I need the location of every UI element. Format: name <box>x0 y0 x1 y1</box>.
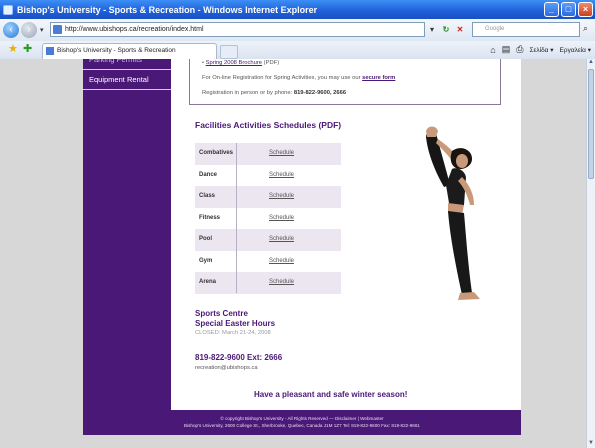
page-icon <box>53 25 62 34</box>
schedule-row: Arena Schedule <box>195 272 341 294</box>
schedule-row: Combatives Schedule <box>195 143 341 165</box>
phone-registration-line: Registration in person or by phone: 819-… <box>202 90 346 96</box>
address-bar: ‹ › ▾ http://www.ubishops.ca/recreation/… <box>0 19 595 42</box>
url-input[interactable]: http://www.ubishops.ca/recreation/index.… <box>50 22 425 37</box>
tab-active[interactable]: Bishop's University - Sports & Recreatio… <box>42 43 217 59</box>
vertical-scrollbar[interactable]: ▲ ▼ <box>586 59 595 448</box>
season-message: Have a pleasant and safe winter season! <box>254 390 408 399</box>
schedule-name: Gym <box>199 257 213 264</box>
centre-phone: 819-822-9600 Ext: 2666 <box>195 353 283 362</box>
registration-infobox: • Spring 2008 Brochure (PDF) For On-line… <box>189 59 501 105</box>
schedule-link[interactable]: Schedule <box>269 208 294 230</box>
search-icon[interactable]: ⌕ <box>583 23 588 34</box>
schedule-row: Class Schedule <box>195 186 341 208</box>
stop-icon[interactable]: ✕ <box>454 23 466 36</box>
maximize-button[interactable]: □ <box>561 2 576 17</box>
url-dropdown-icon[interactable]: ▾ <box>426 23 438 36</box>
page-footer: © copyright Bishop's University - All Ri… <box>83 410 521 435</box>
phone-number: 819-822-9600, 2666 <box>293 90 347 96</box>
schedule-link[interactable]: Schedule <box>269 251 294 273</box>
secure-form-link[interactable]: secure form <box>362 75 395 81</box>
search-placeholder: Google <box>485 26 505 32</box>
favorites-star-icon[interactable]: ★ <box>8 44 18 55</box>
close-button[interactable]: × <box>578 2 593 17</box>
footer-address: Bishop's University, 2600 College St., S… <box>184 423 420 428</box>
schedule-row: Pool Schedule <box>195 229 341 251</box>
page-menu-label: Σελίδα <box>529 46 549 54</box>
schedule-row: Dance Schedule <box>195 165 341 187</box>
refresh-icon[interactable]: ↻ <box>440 23 452 36</box>
tools-menu-label: Εργαλεία <box>559 46 586 54</box>
history-dropdown-icon[interactable]: ▾ <box>40 26 44 34</box>
window-title: Bishop's University - Sports & Recreatio… <box>17 4 318 15</box>
tab-title: Bishop's University - Sports & Recreatio… <box>57 47 176 54</box>
schedule-name: Fitness <box>199 214 221 221</box>
url-text: http://www.ubishops.ca/recreation/index.… <box>65 26 204 33</box>
ie-icon <box>3 4 13 15</box>
sports-centre-heading: Sports Centre Special Easter Hours <box>195 309 275 329</box>
easter-hours-title: Special Easter Hours <box>195 319 276 328</box>
schedule-name: Pool <box>199 236 212 242</box>
new-tab-button[interactable] <box>220 45 238 59</box>
schedule-name: Class <box>199 193 216 199</box>
centre-email[interactable]: recreation@ubishops.ca <box>195 365 258 371</box>
schedule-link[interactable]: Schedule <box>269 186 294 208</box>
brochure-link[interactable]: Spring 2008 Brochure <box>206 60 262 66</box>
add-favorites-icon[interactable]: ✚ <box>23 44 32 55</box>
page-menu[interactable]: Σελίδα ▾ <box>529 46 553 54</box>
command-bar: ⌂ ▤ ⎙ Σελίδα ▾ Εργαλεία ▾ <box>490 44 591 55</box>
online-registration-line: For On-line Registration for Spring Acti… <box>202 75 395 81</box>
schedule-row: Gym Schedule <box>195 251 341 273</box>
scroll-thumb[interactable] <box>588 69 594 179</box>
tools-menu[interactable]: Εργαλεία ▾ <box>560 46 591 54</box>
schedule-name: Dance <box>199 171 218 178</box>
schedules-table: Combatives Schedule Dance Schedule Class… <box>195 143 341 294</box>
schedule-name: Arena <box>199 279 217 285</box>
page-viewport: Parking Permits Equipment Rental • Sprin… <box>0 59 586 448</box>
forward-button[interactable]: › <box>21 22 37 38</box>
tab-page-icon <box>46 47 54 55</box>
schedule-link[interactable]: Schedule <box>269 165 294 187</box>
schedule-name: Combatives <box>199 150 234 156</box>
window-titlebar: Bishop's University - Sports & Recreatio… <box>0 0 595 19</box>
schedule-link[interactable]: Schedule <box>269 229 294 251</box>
sidebar-item-parking[interactable]: Parking Permits <box>83 59 171 70</box>
footer-copyright: © copyright Bishop's University - All Ri… <box>220 416 384 421</box>
closed-dates: CLOSED: March 21-24, 2008 <box>195 330 271 336</box>
schedules-title: Facilities Activities Schedules (PDF) <box>195 120 342 130</box>
phone-text: Registration in person or by phone: <box>202 90 293 96</box>
feeds-icon[interactable]: ▤ <box>502 44 511 55</box>
brochure-suffix: (PDF) <box>263 60 280 66</box>
scroll-up-icon[interactable]: ▲ <box>587 59 595 67</box>
tab-bar: ★ ✚ Bishop's University - Sports & Recre… <box>0 41 595 60</box>
brochure-line: • Spring 2008 Brochure (PDF) <box>202 60 280 66</box>
sidebar: Parking Permits Equipment Rental <box>83 59 171 410</box>
search-input[interactable]: Google <box>472 22 580 37</box>
table-divider <box>236 143 237 293</box>
online-text: For On-line Registration for Spring Acti… <box>202 75 361 81</box>
sports-centre-title: Sports Centre <box>195 309 248 318</box>
minimize-button[interactable]: _ <box>544 2 559 17</box>
home-icon[interactable]: ⌂ <box>490 45 495 55</box>
print-icon[interactable]: ⎙ <box>516 44 523 55</box>
scroll-down-icon[interactable]: ▼ <box>587 440 595 448</box>
schedule-link[interactable]: Schedule <box>269 272 294 294</box>
schedule-row: Fitness Schedule <box>195 208 341 230</box>
dancer-image <box>426 126 480 300</box>
main-content: • Spring 2008 Brochure (PDF) For On-line… <box>171 59 521 410</box>
back-button[interactable]: ‹ <box>3 22 19 38</box>
sidebar-item-equipment-rental[interactable]: Equipment Rental <box>83 70 171 90</box>
schedule-link[interactable]: Schedule <box>269 143 294 165</box>
window-controls: _ □ × <box>544 2 593 17</box>
